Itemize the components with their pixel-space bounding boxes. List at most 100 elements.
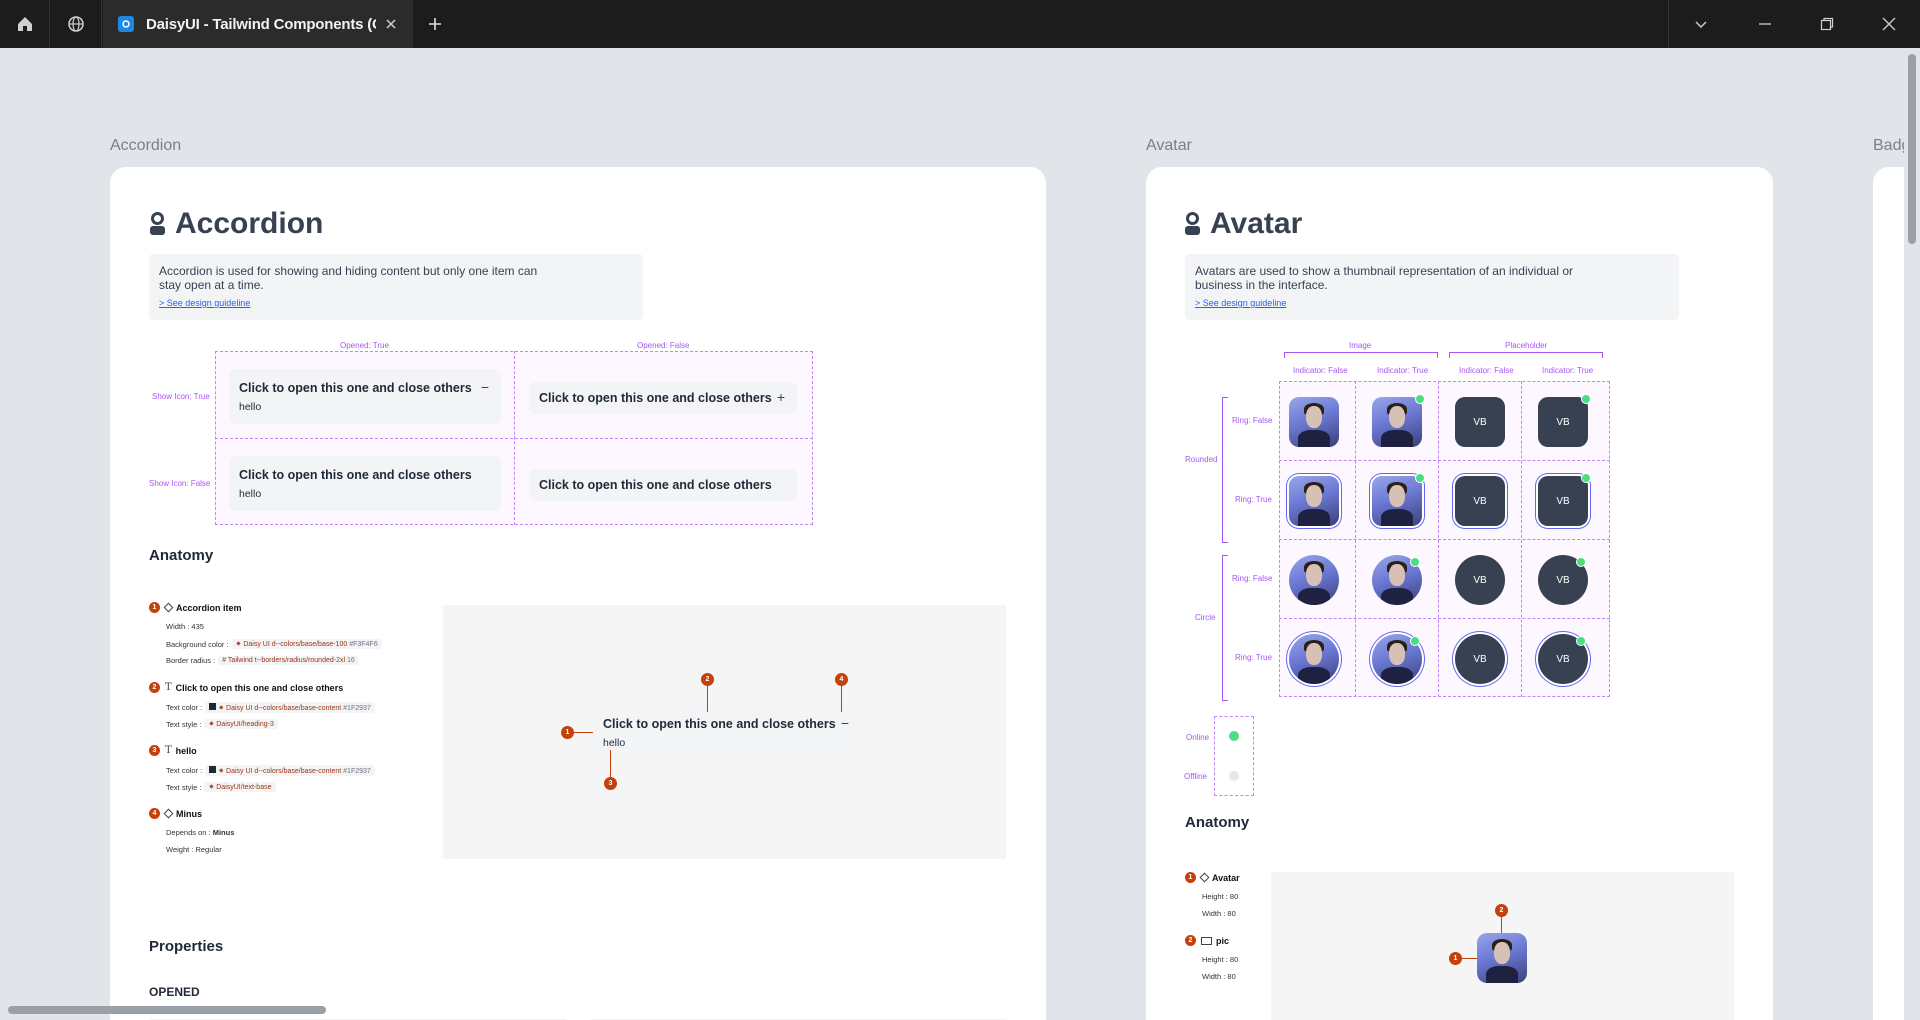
anatomy-width: Width : 435 [166, 622, 204, 631]
avatar-variant[interactable]: VB [1538, 634, 1588, 684]
accordion-item-open-noicon[interactable]: Click to open this one and close others … [229, 456, 501, 511]
avatar-placeholder: VB [1455, 555, 1505, 605]
tab-close-button[interactable] [381, 14, 401, 34]
col-label-indicator-true: Indicator: True [1377, 366, 1429, 375]
tab-list-button[interactable] [1676, 0, 1726, 48]
row-label-ring-false: Ring: False [1232, 574, 1273, 583]
maximize-icon [1820, 17, 1834, 31]
avatar-variant[interactable]: VB [1455, 555, 1505, 605]
col-label-indicator-false: Indicator: False [1293, 366, 1348, 375]
preview-item-title: Click to open this one and close others [603, 717, 836, 731]
grid-hline [1279, 460, 1610, 461]
avatar-placeholder: VB [1455, 634, 1505, 684]
prop-label: Text style : [166, 719, 202, 729]
anatomy-entry-4: 4 Minus [149, 808, 202, 819]
avatar-initials: VB [1473, 653, 1487, 665]
accordion-item-closed-noicon[interactable]: Click to open this one and close others [529, 469, 797, 501]
minimize-button[interactable] [1740, 0, 1790, 48]
avatar-image [1289, 476, 1339, 526]
avatar-variant[interactable]: VB [1455, 476, 1505, 526]
avatar-description: Avatars are used to show a thumbnail rep… [1195, 264, 1574, 292]
avatar-title: Avatar [1210, 207, 1303, 240]
token-chip[interactable]: ✷ DaisyUI/text-base [204, 782, 276, 792]
avatar-variant[interactable]: VB [1455, 634, 1505, 684]
globe-icon [68, 16, 84, 32]
anatomy-width: Width : 80 [1202, 972, 1236, 981]
avatar-initials: VB [1473, 416, 1487, 428]
avatar-initials: VB [1556, 495, 1570, 507]
horizontal-scrollbar[interactable] [0, 1000, 1904, 1016]
avatar-variant[interactable] [1289, 555, 1339, 605]
token-chip[interactable]: # Tailwind t--borders/radius/rounded-2xl… [218, 656, 359, 665]
token-name: Daisy UI d--colors/base/base-content [226, 705, 342, 712]
avatar-variant[interactable] [1372, 394, 1425, 447]
accordion-item-open-icon[interactable]: Click to open this one and close others … [229, 369, 501, 424]
browser-tab[interactable]: DaisyUI - Tailwind Components (C [103, 0, 413, 48]
avatar-image [1289, 555, 1339, 605]
frame-label-avatar[interactable]: Avatar [1146, 137, 1192, 155]
anatomy-weight: Weight : Regular [166, 845, 222, 854]
home-button[interactable] [0, 0, 50, 48]
grid-hline [1279, 618, 1610, 619]
anatomy-number: 2 [149, 682, 160, 693]
avatar-anatomy-entry-1: 1 Avatar [1185, 872, 1240, 883]
token-name: Daisy UI d--colors/base/base-content [226, 768, 342, 775]
anatomy-border-radius: Border radius : # Tailwind t--borders/ra… [166, 656, 359, 665]
anatomy-bg-color: Background color : ✷ Daisy UI d--colors/… [166, 639, 382, 649]
avatar-variant[interactable]: VB [1538, 555, 1588, 605]
avatar-initials: VB [1473, 574, 1487, 586]
anatomy-name: Click to open this one and close others [175, 682, 344, 693]
token-name: DaisyUI/text-base [216, 784, 272, 791]
avatar-variant[interactable]: VB [1538, 394, 1591, 447]
token-chip[interactable]: ✷ DaisyUI/heading-3 [204, 719, 278, 729]
avatar-variant[interactable] [1289, 476, 1339, 526]
avatar-anatomy-preview: 2 1 [1271, 872, 1734, 1020]
avatar-placeholder: VB [1538, 397, 1588, 447]
maximize-button[interactable] [1802, 0, 1852, 48]
avatar-variant[interactable] [1372, 555, 1422, 605]
marker-2: 2 [701, 673, 714, 686]
frame-label-accordion[interactable]: Accordion [110, 137, 181, 155]
avatar-guideline-link[interactable]: > See design guideline [1195, 296, 1669, 310]
avatar-variant[interactable]: VB [1538, 473, 1591, 526]
avatar-image [1289, 634, 1339, 684]
token-chip[interactable]: ✷ Daisy UI d--colors/base/base-content #… [205, 765, 375, 776]
accordion-description-box: Accordion is used for showing and hiding… [149, 254, 643, 320]
token-chip[interactable]: ✷ Daisy UI d--colors/base/base-100 #F3F4… [231, 639, 382, 649]
vertical-scrollbar[interactable] [1904, 48, 1920, 1020]
avatar-frame[interactable]: Avatar Avatars are used to show a thumbn… [1146, 167, 1773, 1020]
anatomy-width: Width : 80 [1202, 909, 1236, 918]
avatar-variant[interactable] [1372, 634, 1422, 684]
avatar-variant[interactable] [1372, 473, 1425, 526]
globe-button[interactable] [51, 0, 102, 48]
status-label-offline: Offline [1184, 772, 1207, 781]
accordion-title-row: Accordion [150, 207, 323, 241]
design-canvas[interactable]: Accordion Avatar Badge Accordion Accordi… [0, 48, 1920, 1020]
accordion-guideline-link[interactable]: > See design guideline [159, 296, 633, 310]
accordion-description: Accordion is used for showing and hiding… [159, 264, 538, 292]
properties-heading: Properties [149, 938, 224, 955]
online-indicator-dot [1410, 557, 1420, 567]
avatar-variant[interactable]: VB [1455, 397, 1505, 447]
avatar-variant[interactable] [1289, 634, 1339, 684]
col-label-opened-true: Opened: True [340, 341, 389, 350]
accordion-anatomy-heading: Anatomy [149, 547, 214, 564]
anatomy-text-color: Text color : ✷ Daisy UI d--colors/base/b… [166, 765, 375, 776]
new-tab-button[interactable] [420, 0, 450, 48]
avatar-variant[interactable] [1289, 397, 1339, 447]
accordion-item-title: Click to open this one and close others [239, 468, 472, 482]
anatomy-text-style: Text style : ✷ DaisyUI/text-base [166, 782, 276, 792]
component-icon [1199, 872, 1210, 883]
anatomy-number: 4 [149, 808, 160, 819]
accordion-frame[interactable]: Accordion Accordion is used for showing … [110, 167, 1046, 1020]
accordion-item-closed-icon[interactable]: Click to open this one and close others … [529, 382, 797, 414]
anatomy-number: 2 [1185, 935, 1196, 946]
text-layer-icon: T [165, 745, 172, 756]
favicon-icon [118, 16, 134, 32]
vertical-scrollbar-thumb[interactable] [1908, 54, 1916, 244]
anatomy-name: Avatar [1212, 872, 1240, 883]
window-close-button[interactable] [1864, 0, 1914, 48]
prop-label: Text style : [166, 782, 202, 792]
horizontal-scrollbar-thumb[interactable] [8, 1006, 326, 1014]
token-chip[interactable]: ✷ Daisy UI d--colors/base/base-content #… [205, 702, 375, 713]
